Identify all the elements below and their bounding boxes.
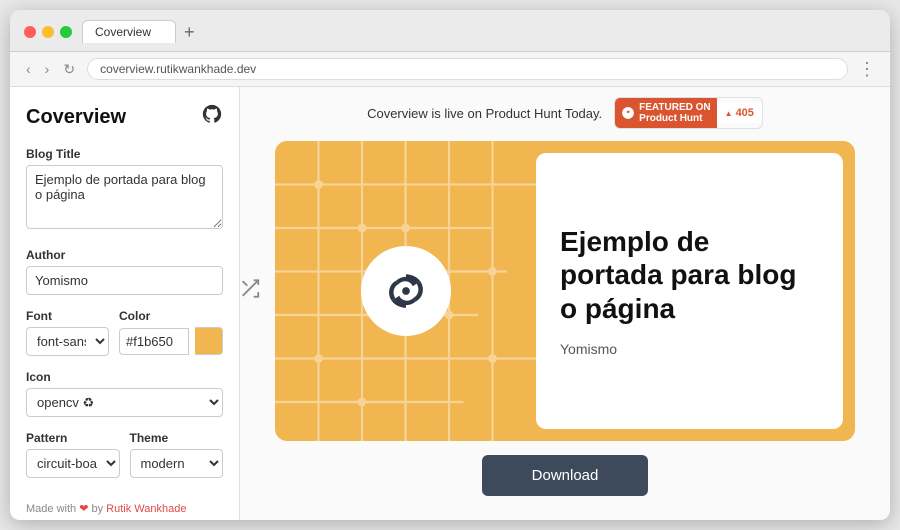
forward-button[interactable]: › [43,59,52,79]
author-label: Author [26,248,223,262]
cover-left [275,141,536,441]
cover-title: Ejemplo de portada para blog o página [560,225,819,326]
tab-area: Coverview + [82,20,876,43]
minimize-button[interactable] [42,26,54,38]
traffic-lights [24,26,72,38]
color-field: Color [119,309,223,356]
close-button[interactable] [24,26,36,38]
more-options-button[interactable]: ⋮ [858,59,876,80]
author-field: Author [26,248,223,295]
pattern-field: Pattern circuit-boar none stripes [26,431,120,478]
title-bar: Coverview + [10,10,890,52]
cover-author: Yomismo [560,341,819,357]
icon-select[interactable]: opencv ♻ react ⚛ node 🟢 [26,388,223,417]
icon-field: Icon opencv ♻ react ⚛ node 🟢 [26,370,223,417]
theme-select[interactable]: modern classic minimal [130,449,224,478]
theme-label: Theme [130,431,224,445]
author-input[interactable] [26,266,223,295]
blog-title-field: Blog Title Ejemplo de portada para blog … [26,147,223,234]
color-swatch[interactable] [195,327,223,355]
blog-title-label: Blog Title [26,147,223,161]
ph-count: 405 [736,107,754,119]
pattern-select[interactable]: circuit-boar none stripes [26,449,120,478]
address-input[interactable]: coverview.rutikwankhade.dev [87,58,848,80]
font-label: Font [26,309,109,323]
maximize-button[interactable] [60,26,72,38]
reload-button[interactable]: ↻ [61,59,77,80]
banner-text: Coverview is live on Product Hunt Today. [367,106,602,121]
active-tab[interactable]: Coverview [82,20,176,43]
font-color-row: Font font-sans font-serif font-mono Colo… [26,309,223,356]
pattern-label: Pattern [26,431,120,445]
footer-text: Made with [26,503,79,515]
blog-title-input[interactable]: Ejemplo de portada para blog o página [26,165,223,229]
main-content: Coverview Blog Title Ejemplo de portada … [10,87,890,520]
ph-right: ▲ 405 [717,103,762,123]
top-banner: Coverview is live on Product Hunt Today.… [260,87,870,141]
app-title: Coverview [26,106,126,129]
tab-label: Coverview [95,25,151,39]
address-text: coverview.rutikwankhade.dev [100,62,256,76]
product-hunt-badge[interactable]: FEATURED ONProduct Hunt ▲ 405 [614,97,763,129]
browser-window: Coverview + ‹ › ↻ coverview.rutikwankhad… [10,10,890,520]
color-hex-input[interactable] [119,328,189,355]
ph-left: FEATURED ONProduct Hunt [615,98,716,128]
cover-card: Ejemplo de portada para blog o página Yo… [275,141,855,441]
cover-icon-circle [361,246,451,336]
new-tab-button[interactable]: + [184,23,195,41]
icon-row: opencv ♻ react ⚛ node 🟢 [26,388,223,417]
back-button[interactable]: ‹ [24,59,33,79]
font-select[interactable]: font-sans font-serif font-mono [26,327,109,356]
shuffle-button[interactable] [239,278,261,305]
heart-icon: ❤ [79,503,88,515]
cover-right: Ejemplo de portada para blog o página Yo… [536,153,843,429]
ph-triangle-icon: ▲ [725,109,733,118]
ph-featured-label: FEATURED ONProduct Hunt [639,102,710,124]
icon-label: Icon [26,370,223,384]
address-bar-row: ‹ › ↻ coverview.rutikwankhade.dev ⋮ [10,52,890,87]
ph-name: Product Hunt [639,113,702,124]
cover-wrapper: Ejemplo de portada para blog o página Yo… [275,141,855,441]
sidebar-footer: Made with ❤ by Rutik Wankhade [26,492,223,515]
color-row [119,327,223,355]
download-button[interactable]: Download [482,455,649,496]
footer-author-link[interactable]: Rutik Wankhade [106,503,186,515]
sidebar: Coverview Blog Title Ejemplo de portada … [10,87,240,520]
color-label: Color [119,309,223,323]
font-field: Font font-sans font-serif font-mono [26,309,109,356]
sidebar-header: Coverview [26,103,223,131]
pattern-theme-row: Pattern circuit-boar none stripes Theme … [26,431,223,478]
theme-field: Theme modern classic minimal [130,431,224,478]
github-icon[interactable] [201,103,223,131]
canvas-area: Coverview is live on Product Hunt Today.… [240,87,890,520]
footer-by: by [91,503,106,515]
